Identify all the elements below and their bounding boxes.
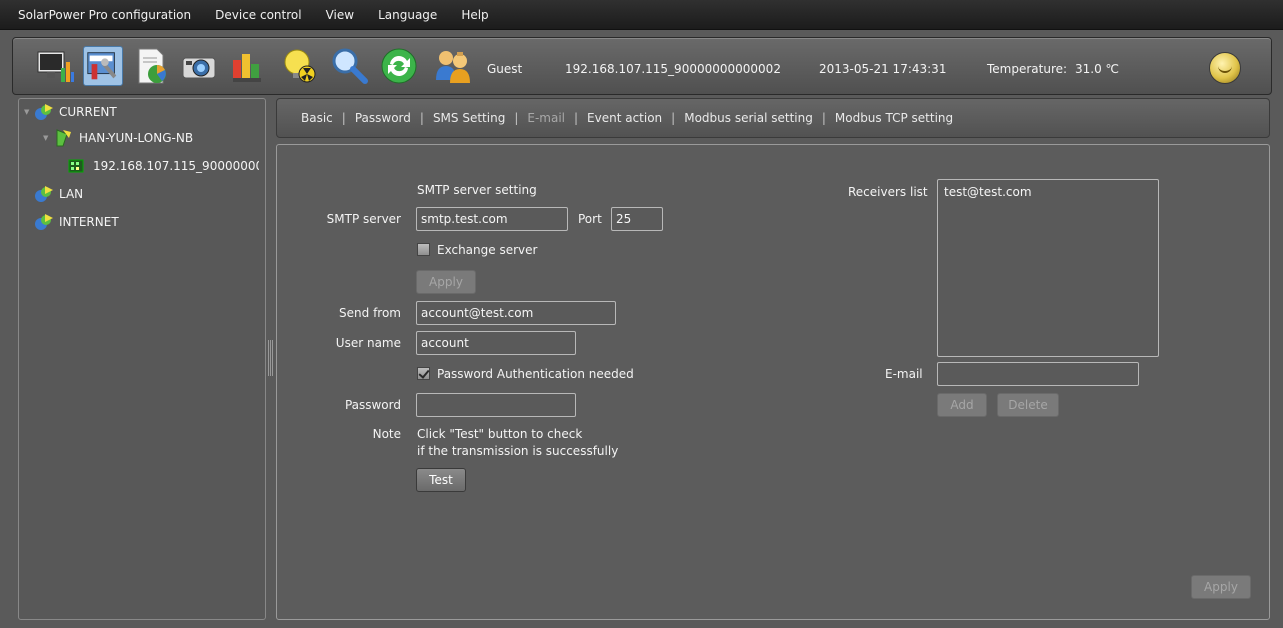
toolbar: Guest 192.168.107.115_90000000000002 201… <box>12 37 1272 95</box>
menu-view[interactable]: View <box>326 8 354 22</box>
receivers-list-label: Receivers list <box>848 185 928 199</box>
tree-label-lan: LAN <box>59 187 84 201</box>
list-item[interactable]: test@test.com <box>944 185 1152 199</box>
menu-bar: SolarPower Pro configuration Device cont… <box>0 0 1283 30</box>
collapse-icon[interactable]: ▼ <box>24 108 29 116</box>
tree-item-internet[interactable]: INTERNET <box>33 212 119 232</box>
tab-event-action[interactable]: Event action <box>587 111 662 125</box>
tab-divider: | <box>573 111 579 125</box>
device-tree: ▼ CURRENT ▼ HAN-YUN-LONG-NB 192.168.107.… <box>18 98 266 620</box>
collapse-icon[interactable]: ▼ <box>43 134 48 142</box>
smtp-server-label: SMTP server <box>326 212 401 226</box>
temperature-label: Temperature: <box>987 62 1068 76</box>
tab-divider: | <box>514 111 519 125</box>
users-icon[interactable] <box>433 46 473 86</box>
email-settings-panel: SMTP server setting SMTP server Port Exc… <box>276 144 1270 620</box>
network-icon <box>35 104 53 120</box>
tab-divider: | <box>341 111 346 125</box>
tab-divider: | <box>419 111 424 125</box>
tree-item-current[interactable]: CURRENT <box>33 102 117 122</box>
tab-password[interactable]: Password <box>355 111 411 125</box>
panel-splitter[interactable] <box>268 340 273 376</box>
network-icon <box>35 214 53 230</box>
tree-label-internet: INTERNET <box>59 215 119 229</box>
search-icon[interactable] <box>329 46 369 86</box>
configuration-icon[interactable] <box>83 46 123 86</box>
tree-item-host[interactable]: HAN-YUN-LONG-NB <box>53 128 193 148</box>
port-label: Port <box>578 212 602 226</box>
status-sun-icon[interactable] <box>1209 52 1241 84</box>
email-label: E-mail <box>885 367 923 381</box>
tab-modbus-tcp[interactable]: Modbus TCP setting <box>835 111 953 125</box>
current-user: Guest <box>487 62 523 76</box>
add-button[interactable]: Add <box>937 393 987 417</box>
settings-tabs: Basic | Password | SMS Setting | E-mail … <box>276 98 1270 138</box>
smtp-apply-button[interactable]: Apply <box>416 270 476 294</box>
user-name-input[interactable] <box>416 331 576 355</box>
test-button[interactable]: Test <box>416 468 466 492</box>
password-auth-checkbox[interactable] <box>417 367 430 380</box>
camera-icon[interactable] <box>179 46 219 86</box>
menu-help[interactable]: Help <box>461 8 488 22</box>
user-name-label: User name <box>335 336 401 350</box>
device-id: 192.168.107.115_90000000000002 <box>565 62 781 76</box>
temperature-value: 31.0 ℃ <box>1075 62 1120 76</box>
tab-sms-setting[interactable]: SMS Setting <box>433 111 505 125</box>
alarm-icon[interactable] <box>279 46 319 86</box>
note-label: Note <box>372 427 401 441</box>
send-from-label: Send from <box>339 306 401 320</box>
tree-label-current: CURRENT <box>59 105 117 119</box>
password-label: Password <box>344 398 401 412</box>
email-input[interactable] <box>937 362 1139 386</box>
network-icon <box>35 186 53 202</box>
receivers-list[interactable]: test@test.com <box>937 179 1159 357</box>
host-icon <box>56 129 71 147</box>
menu-language[interactable]: Language <box>378 8 437 22</box>
refresh-icon[interactable] <box>379 46 419 86</box>
note-line-2: if the transmission is successfully <box>417 444 619 458</box>
menu-device-control[interactable]: Device control <box>215 8 301 22</box>
password-input[interactable] <box>416 393 576 417</box>
exchange-server-checkbox[interactable] <box>417 243 430 256</box>
smtp-server-input[interactable] <box>416 207 568 231</box>
tab-divider: | <box>671 111 676 125</box>
port-input[interactable] <box>611 207 663 231</box>
report-icon[interactable] <box>131 46 171 86</box>
note-line-1: Click "Test" button to check <box>417 427 583 441</box>
send-from-input[interactable] <box>416 301 616 325</box>
delete-button[interactable]: Delete <box>997 393 1059 417</box>
tree-label-host: HAN-YUN-LONG-NB <box>79 131 194 145</box>
apply-button[interactable]: Apply <box>1191 575 1251 599</box>
monitor-icon[interactable] <box>35 46 75 86</box>
exchange-server-label: Exchange server <box>437 243 538 257</box>
tab-email[interactable]: E-mail <box>527 111 565 125</box>
tab-modbus-serial[interactable]: Modbus serial setting <box>684 111 813 125</box>
tree-item-device[interactable]: 192.168.107.115_90000000000 <box>67 156 259 176</box>
data-icon[interactable] <box>227 46 267 86</box>
datetime: 2013-05-21 17:43:31 <box>819 62 947 76</box>
tab-divider: | <box>821 111 826 125</box>
tab-basic[interactable]: Basic <box>301 111 333 125</box>
section-title: SMTP server setting <box>417 183 537 197</box>
tree-item-lan[interactable]: LAN <box>33 184 83 204</box>
menu-solarpower[interactable]: SolarPower Pro configuration <box>18 8 191 22</box>
inverter-icon <box>68 159 84 173</box>
password-auth-label: Password Authentication needed <box>437 367 634 381</box>
tree-label-device: 192.168.107.115_90000000000 <box>93 159 259 173</box>
